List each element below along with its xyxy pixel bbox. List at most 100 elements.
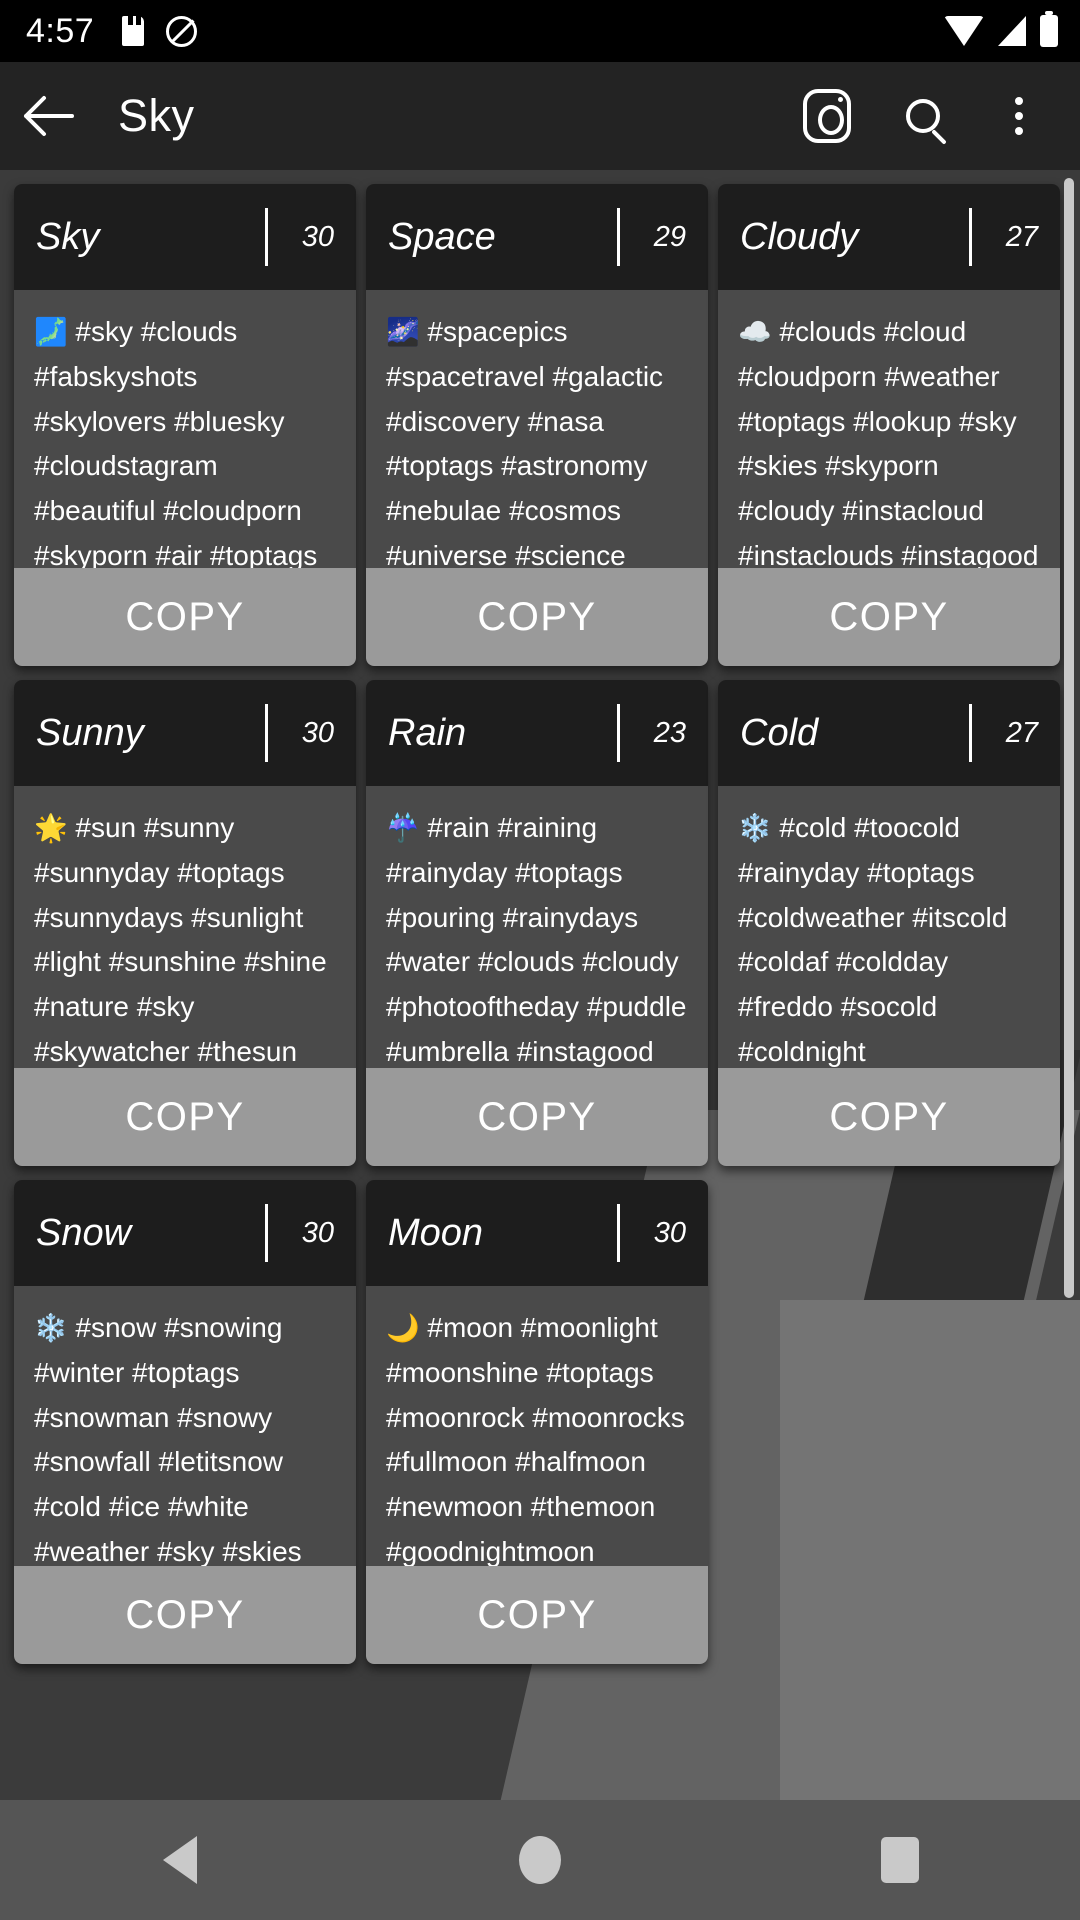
copy-button[interactable]: COPY: [366, 1566, 708, 1664]
wifi-icon: [944, 16, 984, 46]
card-header: Cloudy 27: [718, 184, 1060, 290]
card-hashtag-text: #spacepics #spacetravel #galactic #disco…: [386, 316, 664, 568]
copy-button[interactable]: COPY: [14, 1566, 356, 1664]
card-emoji-icon: ❄️: [738, 813, 772, 843]
nav-recents-square: [881, 1837, 919, 1883]
hashtag-card[interactable]: Cloudy 27 ☁️ #clouds #cloud #cloudporn #…: [718, 184, 1060, 666]
copy-button[interactable]: COPY: [14, 568, 356, 666]
card-divider: [617, 704, 620, 762]
app-bar: Sky: [0, 62, 1080, 170]
card-count: 29: [653, 220, 686, 253]
no-silence-icon: [166, 15, 198, 47]
card-hashtags: 🌟 #sun #sunny #sunnyday #toptags #sunnyd…: [14, 786, 356, 1068]
card-header: Sky 30: [14, 184, 356, 290]
card-emoji-icon: ❄️: [34, 1313, 68, 1343]
back-arrow-icon[interactable]: [0, 62, 96, 170]
card-hashtag-text: #sky #clouds #fabskyshots #skylovers #bl…: [34, 316, 318, 568]
card-divider: [617, 1204, 620, 1262]
card-hashtag-text: #sun #sunny #sunnyday #toptags #sunnyday…: [34, 812, 327, 1067]
card-count: 30: [301, 1216, 334, 1249]
card-title: Cloudy: [740, 215, 859, 258]
hashtag-card[interactable]: Snow 30 ❄️ #snow #snowing #winter #topta…: [14, 1180, 356, 1664]
page-title: Sky: [118, 90, 195, 141]
card-title: Cold: [740, 711, 819, 754]
nav-home-icon[interactable]: [450, 1800, 630, 1920]
sd-card-icon: [122, 16, 145, 46]
hashtag-card[interactable]: Sky 30 🗾 #sky #clouds #fabskyshots #skyl…: [14, 184, 356, 666]
card-row: Sky 30 🗾 #sky #clouds #fabskyshots #skyl…: [14, 184, 1080, 666]
card-emoji-icon: 🌙: [386, 1313, 420, 1343]
card-title: Rain: [388, 711, 467, 754]
card-header: Sunny 30: [14, 680, 356, 786]
nav-home-circle: [519, 1836, 561, 1884]
navigation-bar: [0, 1800, 1080, 1920]
cellular-signal-icon: [998, 16, 1026, 46]
card-emoji-icon: ☁️: [738, 317, 772, 347]
card-title: Sunny: [36, 711, 144, 754]
status-clock: 4:57: [26, 11, 95, 50]
card-divider: [969, 208, 972, 266]
search-icon[interactable]: [880, 62, 966, 170]
content-scroll-area[interactable]: Sky 30 🗾 #sky #clouds #fabskyshots #skyl…: [0, 170, 1080, 1800]
card-hashtags: ❄️ #snow #snowing #winter #toptags #snow…: [14, 1286, 356, 1566]
hashtag-card[interactable]: Space 29 🌌 #spacepics #spacetravel #gala…: [366, 184, 708, 666]
card-count: 30: [301, 220, 334, 253]
card-hashtag-text: #snow #snowing #winter #toptags #snowman…: [34, 1312, 302, 1566]
card-hashtag-text: #rain #raining #rainyday #toptags #pouri…: [386, 812, 687, 1067]
card-header: Moon 30: [366, 1180, 708, 1286]
hashtag-card[interactable]: Rain 23 ☔ #rain #raining #rainyday #topt…: [366, 680, 708, 1166]
card-hashtags: ❄️ #cold #toocold #rainyday #toptags #co…: [718, 786, 1060, 1068]
card-emoji-icon: 🌟: [34, 813, 68, 843]
card-header: Snow 30: [14, 1180, 356, 1286]
hashtag-card[interactable]: Moon 30 🌙 #moon #moonlight #moonshine #t…: [366, 1180, 708, 1664]
battery-icon: [1040, 11, 1058, 47]
instagram-icon[interactable]: [784, 62, 870, 170]
card-count: 27: [1005, 220, 1038, 253]
card-title: Moon: [388, 1211, 484, 1254]
overflow-menu-icon[interactable]: [976, 62, 1062, 170]
card-hashtags: 🌙 #moon #moonlight #moonshine #toptags #…: [366, 1286, 708, 1566]
card-header: Space 29: [366, 184, 708, 290]
copy-button[interactable]: COPY: [366, 1068, 708, 1166]
card-hashtag-text: #clouds #cloud #cloudporn #weather #topt…: [738, 316, 1039, 568]
card-hashtags: ☁️ #clouds #cloud #cloudporn #weather #t…: [718, 290, 1060, 568]
nav-back-icon[interactable]: [90, 1800, 270, 1920]
card-count: 30: [653, 1216, 686, 1249]
card-title: Snow: [36, 1211, 132, 1254]
nav-recents-icon[interactable]: [810, 1800, 990, 1920]
card-title: Sky: [36, 215, 100, 258]
card-hashtags: 🗾 #sky #clouds #fabskyshots #skylovers #…: [14, 290, 356, 568]
card-hashtags: 🌌 #spacepics #spacetravel #galactic #dis…: [366, 290, 708, 568]
card-hashtags: ☔ #rain #raining #rainyday #toptags #pou…: [366, 786, 708, 1068]
card-hashtag-text: #cold #toocold #rainyday #toptags #coldw…: [738, 812, 1008, 1067]
search-glyph: [906, 99, 940, 133]
copy-button[interactable]: COPY: [366, 568, 708, 666]
card-hashtag-text: #moon #moonlight #moonshine #toptags #mo…: [386, 1312, 685, 1566]
card-row: Sunny 30 🌟 #sun #sunny #sunnyday #toptag…: [14, 680, 1080, 1166]
card-divider: [969, 704, 972, 762]
hashtag-card[interactable]: Sunny 30 🌟 #sun #sunny #sunnyday #toptag…: [14, 680, 356, 1166]
nav-back-triangle: [163, 1836, 197, 1884]
scrollbar-thumb[interactable]: [1064, 178, 1074, 1298]
overflow-dots-glyph: [1015, 97, 1023, 135]
copy-button[interactable]: COPY: [14, 1068, 356, 1166]
instagram-glyph: [803, 89, 851, 143]
copy-button[interactable]: COPY: [718, 568, 1060, 666]
card-header: Cold 27: [718, 680, 1060, 786]
card-count: 27: [1005, 716, 1038, 749]
card-count: 30: [301, 716, 334, 749]
card-divider: [617, 208, 620, 266]
card-row: Snow 30 ❄️ #snow #snowing #winter #topta…: [14, 1180, 1080, 1664]
card-divider: [265, 208, 268, 266]
card-header: Rain 23: [366, 680, 708, 786]
hashtag-card-grid: Sky 30 🗾 #sky #clouds #fabskyshots #skyl…: [0, 170, 1080, 1678]
status-left-icons: [122, 15, 198, 47]
status-bar: 4:57: [0, 0, 1080, 62]
card-count: 23: [653, 716, 686, 749]
card-title: Space: [388, 215, 496, 258]
card-emoji-icon: 🌌: [386, 317, 420, 347]
copy-button[interactable]: COPY: [718, 1068, 1060, 1166]
card-emoji-icon: ☔: [386, 813, 420, 843]
hashtag-card[interactable]: Cold 27 ❄️ #cold #toocold #rainyday #top…: [718, 680, 1060, 1166]
status-right-icons: [944, 11, 1058, 47]
